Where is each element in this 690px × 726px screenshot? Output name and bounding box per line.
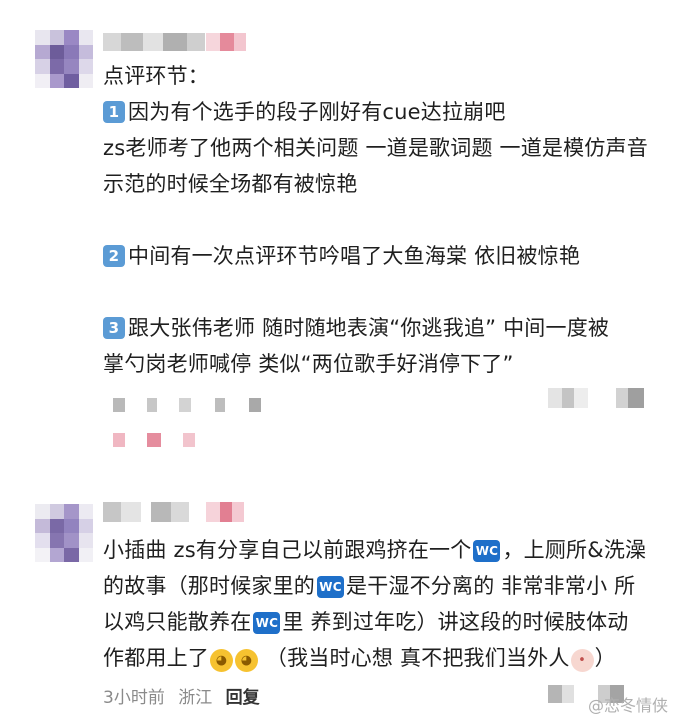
comment-line: 3 跟大张伟老师 随时随地表演“你逃我追” 中间一度被: [103, 310, 648, 346]
crying-baby-icon: •: [570, 649, 594, 672]
comment-line: zs老师考了他两个相关问题 一道是歌词题 一道是模仿声音: [103, 136, 648, 160]
comment-line: 点评环节：: [103, 64, 209, 88]
wc-icon: WC: [317, 576, 344, 598]
user-badge: [206, 33, 246, 51]
comment-line: 示范的时候全场都有被惊艳: [103, 172, 358, 196]
reply-button[interactable]: 回复: [226, 688, 260, 708]
rolling-on-floor-laughing-icon: ◕: [235, 649, 258, 672]
blurred-meta: [113, 433, 195, 447]
wc-icon: WC: [253, 612, 281, 634]
comment-line: 以鸡只能散养在 WC 里 养到过年吃）讲这段的时候肢体动: [103, 610, 629, 634]
keycap-1-icon: 1: [103, 101, 125, 123]
blurred-meta: [113, 398, 261, 412]
comment-meta: 3小时前 浙江 回复: [103, 683, 268, 708]
keycap-2-icon: 2: [103, 245, 125, 267]
comment-line: 掌勺岗老师喊停 类似“两位歌手好消停下了”: [103, 352, 514, 376]
user-badge: [206, 502, 244, 522]
comment-body: 小插曲 zs有分享自己以前跟鸡挤在一个 WC ，上厕所&洗澡 的故事（那时候家里的 W…: [103, 532, 646, 676]
watermark: @恋冬情侠: [588, 696, 669, 715]
comment-line: 1 因为有个选手的段子刚好有cue达拉崩吧: [103, 94, 648, 130]
avatar[interactable]: [35, 504, 93, 562]
comment-line: 2 中间有一次点评环节吟唱了大鱼海棠 依旧被惊艳: [103, 238, 648, 274]
avatar[interactable]: [35, 30, 93, 88]
comment-body: 点评环节： 1 因为有个选手的段子刚好有cue达拉崩吧 zs老师考了他两个相关问题…: [103, 58, 648, 382]
comment-card: 点评环节： 1 因为有个选手的段子刚好有cue达拉崩吧 zs老师考了他两个相关问题…: [0, 0, 690, 480]
wc-icon: WC: [473, 540, 501, 562]
blurred-actions: [548, 388, 644, 408]
comment-line: 的故事（那时候家里的 WC 是干湿不分离的 非常非常小 所: [103, 574, 636, 598]
comment-line: 小插曲 zs有分享自己以前跟鸡挤在一个 WC ，上厕所&洗澡: [103, 538, 647, 562]
username[interactable]: [103, 502, 189, 522]
username[interactable]: [103, 33, 205, 51]
timestamp: 3小时前: [103, 688, 165, 708]
rolling-on-floor-laughing-icon: ◕: [210, 649, 233, 672]
keycap-3-icon: 3: [103, 317, 125, 339]
comment-line: 作都用上了 ◕ ◕ （我当时心想 真不把我们当外人 •）: [103, 646, 616, 672]
location: 浙江: [178, 688, 213, 708]
